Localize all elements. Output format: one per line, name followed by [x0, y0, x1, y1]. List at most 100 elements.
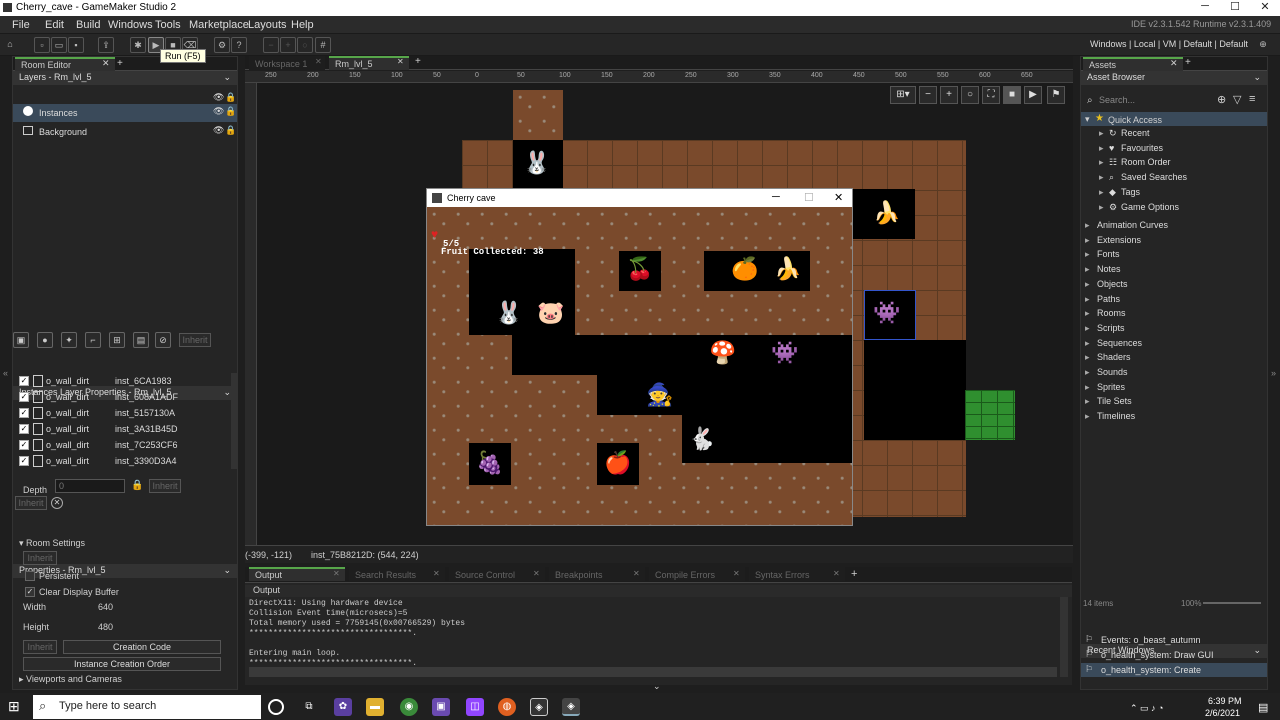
zoom-reset-icon[interactable]: ○	[961, 86, 979, 104]
exit-block[interactable]	[965, 390, 1015, 440]
add-asset-icon[interactable]: ⊕	[1217, 93, 1226, 106]
menu-build[interactable]: Build	[76, 19, 100, 31]
collapse-left-icon[interactable]: «	[3, 368, 8, 378]
creation-code-button[interactable]: Creation Code	[63, 640, 221, 654]
fit-icon[interactable]: ⛶	[982, 86, 1000, 104]
output-hscrollbar[interactable]	[249, 667, 1057, 677]
minimize-button[interactable]: ─	[1190, 0, 1220, 16]
close-tab-icon[interactable]: ✕	[633, 569, 640, 578]
instance-checkbox[interactable]: ✓	[19, 440, 29, 450]
eye-icon[interactable]: 👁	[213, 125, 224, 136]
gamemaker-running-icon[interactable]: ◈	[562, 698, 580, 716]
output-tab[interactable]: Source Control	[449, 567, 545, 581]
add-path-layer-icon[interactable]: ⌐	[85, 332, 101, 348]
menu-windows[interactable]: Windows	[108, 19, 153, 31]
inherit-layers-button[interactable]: Inherit	[179, 333, 211, 347]
menu-help[interactable]: Help	[291, 19, 314, 31]
game-close-button[interactable]: ✕	[834, 191, 843, 204]
layer-background[interactable]: Background 👁 🔒	[13, 123, 237, 141]
close-tab-icon[interactable]: ✕	[315, 57, 322, 66]
assets-tab[interactable]: Assets	[1083, 57, 1183, 71]
output-tab[interactable]: Output	[249, 567, 345, 581]
asset-group[interactable]: ▸ Shaders	[1081, 351, 1267, 365]
maximize-button[interactable]: ☐	[1220, 0, 1250, 16]
room-editor-tab[interactable]: Room Editor	[15, 57, 115, 71]
instance-checkbox[interactable]: ✓	[19, 424, 29, 434]
zoom-out-icon[interactable]: −	[919, 86, 937, 104]
menu-layouts[interactable]: Layouts	[248, 19, 287, 31]
output-tab[interactable]: Search Results	[349, 567, 445, 581]
inherit-instances-button[interactable]: Inherit	[15, 496, 47, 510]
add-instance-layer-icon[interactable]: ●	[37, 332, 53, 348]
quick-access-item[interactable]: ▸ ⌕ Saved Searches	[1081, 171, 1267, 185]
lock-icon[interactable]: 🔒	[225, 125, 236, 136]
eye-icon[interactable]: 👁	[213, 92, 224, 103]
flag-icon[interactable]: ⚑	[1047, 86, 1065, 104]
grid-icon[interactable]: #	[315, 37, 331, 53]
clear-display-checkbox[interactable]: ✓	[25, 587, 35, 597]
chrome-icon[interactable]: ◉	[400, 698, 418, 716]
tray-icons[interactable]: ⌃ ▭ ♪ ◔	[1130, 703, 1163, 714]
menu-icon[interactable]: ≡	[1249, 93, 1255, 105]
app-icon-1[interactable]: ✿	[334, 698, 352, 716]
close-tab-icon[interactable]: ✕	[102, 58, 110, 69]
lock-icon[interactable]: 🔒	[131, 480, 143, 491]
collapse-right-icon[interactable]: »	[1271, 368, 1276, 378]
add-background-layer-icon[interactable]: ▣	[13, 332, 29, 348]
banana-sprite[interactable]: 🍌	[867, 195, 907, 235]
target-settings-icon[interactable]: ⊕	[1255, 37, 1271, 53]
gamemaker-icon[interactable]: ◈	[530, 698, 548, 716]
clock-time[interactable]: 6:39 PM	[1208, 696, 1242, 706]
add-folder-icon[interactable]: ▤	[133, 332, 149, 348]
taskbar-search-box[interactable]: ⌕ Type here to search	[33, 695, 261, 719]
recent-window-item[interactable]: ⚐ o_health_system: Draw GUI	[1081, 648, 1267, 662]
asset-group[interactable]: ▸ Scripts	[1081, 322, 1267, 336]
windows-start-icon[interactable]: ⊞	[8, 698, 20, 715]
grid-toggle-icon[interactable]: ⊞▾	[890, 86, 916, 104]
asset-group[interactable]: ▸ Animation Curves	[1081, 219, 1267, 233]
player-sprite[interactable]: 🐰	[517, 145, 557, 185]
asset-group[interactable]: ▸ Sounds	[1081, 366, 1267, 380]
room-settings-toggle[interactable]: ▾ Room Settings	[19, 538, 85, 549]
lock-icon[interactable]: 🔒	[225, 106, 236, 117]
target-selector[interactable]: Windows | Local | VM | Default | Default	[1090, 39, 1248, 49]
new-tab-icon[interactable]: +	[415, 56, 421, 67]
stop-view-icon[interactable]: ■	[1003, 86, 1021, 104]
asset-group[interactable]: ▸ Rooms	[1081, 307, 1267, 321]
quick-access-item[interactable]: ▸ ◆ Tags	[1081, 186, 1267, 200]
instance-checkbox[interactable]: ✓	[19, 392, 29, 402]
new-tab-icon[interactable]: +	[117, 58, 123, 69]
new-tab-icon[interactable]: +	[1185, 57, 1191, 68]
notification-icon[interactable]: ▤	[1258, 701, 1268, 714]
menu-file[interactable]: File	[12, 19, 30, 31]
asset-group[interactable]: ▸ Sequences	[1081, 337, 1267, 351]
asset-search-input[interactable]: Search...	[1099, 95, 1135, 105]
task-view-icon[interactable]: ⧉	[300, 698, 318, 716]
asset-group[interactable]: ▸ Timelines	[1081, 410, 1267, 424]
game-minimize-button[interactable]: ─	[772, 191, 780, 203]
persistent-checkbox[interactable]	[25, 571, 35, 581]
quick-access-item[interactable]: ▸ ♥ Favourites	[1081, 142, 1267, 156]
lock-icon[interactable]: 🔒	[225, 92, 236, 103]
panel-collapse-icon[interactable]: ⌄	[653, 681, 661, 692]
output-vscrollbar[interactable]	[1060, 597, 1068, 677]
new-project-icon[interactable]: ▫	[34, 37, 50, 53]
instance-list-scrollbar[interactable]	[231, 373, 237, 469]
inherit-room-button[interactable]: Inherit	[23, 551, 57, 565]
zoom-in-icon[interactable]: +	[280, 37, 296, 53]
file-explorer-icon[interactable]: ▬	[366, 698, 384, 716]
debug-icon[interactable]: ✱	[130, 37, 146, 53]
enemy-sprite[interactable]: 👾	[867, 295, 907, 335]
instance-checkbox[interactable]: ✓	[19, 456, 29, 466]
help-icon[interactable]: ?	[231, 37, 247, 53]
recent-window-item[interactable]: ⚐ o_health_system: Create	[1081, 663, 1267, 677]
close-tab-icon[interactable]: ✕	[433, 569, 440, 578]
new-tab-icon[interactable]: +	[851, 568, 857, 580]
width-input[interactable]: 640	[98, 602, 113, 612]
height-input[interactable]: 480	[98, 622, 113, 632]
play-view-icon[interactable]: ▶	[1024, 86, 1042, 104]
quick-access-item[interactable]: ▸ ↻ Recent	[1081, 127, 1267, 141]
twitch-icon[interactable]: ◫	[466, 698, 484, 716]
inherit-code-button[interactable]: Inherit	[23, 640, 57, 654]
eye-icon[interactable]: 👁	[213, 106, 224, 117]
